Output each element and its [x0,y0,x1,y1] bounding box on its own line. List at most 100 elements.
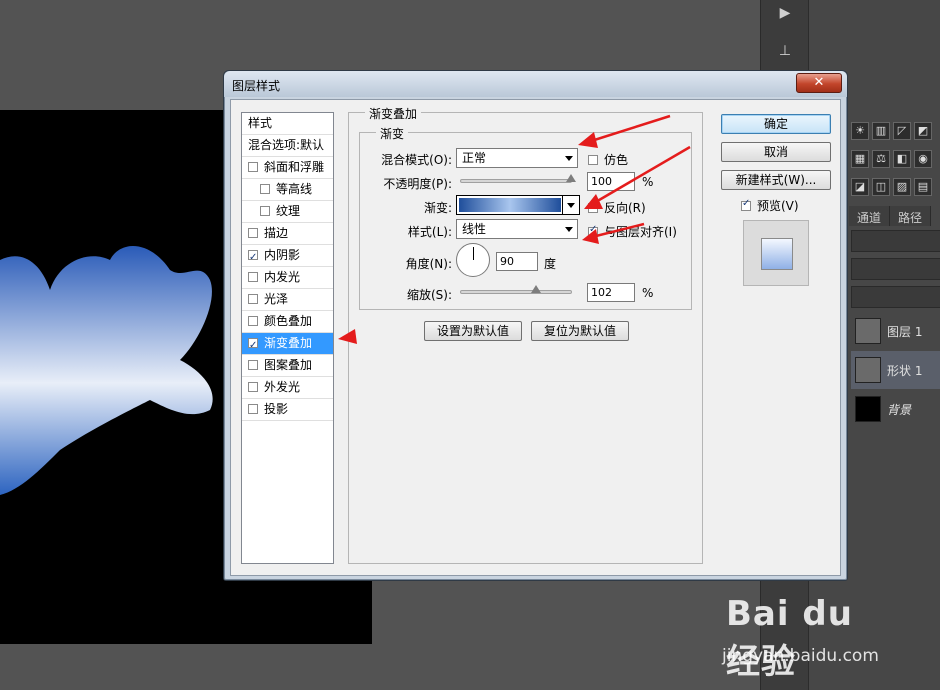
cancel-button[interactable]: 取消 [721,142,831,162]
list-item-color-overlay[interactable]: 颜色叠加 [242,311,333,333]
panel-tabs: 通道 路径 [849,206,940,226]
adjustments-row-3: ◪ ◫ ▨ ▤ [851,178,940,200]
adjustments-row-2: ▦ ⚖ ◧ ◉ [851,150,940,172]
reverse-checkbox[interactable]: 反向(R) [588,199,646,216]
gradient-map-icon[interactable]: ▤ [914,178,932,196]
checkbox[interactable] [248,404,258,414]
checkbox[interactable] [248,316,258,326]
angle-dial[interactable] [456,243,490,277]
layer-item[interactable]: 背景 [851,390,940,428]
checkbox[interactable] [248,382,258,392]
checkbox[interactable] [588,203,598,213]
chevron-down-icon[interactable] [562,196,579,214]
vibrance-icon[interactable]: ▦ [851,150,869,168]
tab-paths[interactable]: 路径 [890,206,932,226]
checkbox-checked[interactable] [248,247,258,268]
scale-input[interactable]: 102 [587,283,635,302]
ok-button[interactable]: 确定 [721,114,831,134]
style-label: 样式(L): [407,225,452,239]
invert-icon[interactable]: ◪ [851,178,869,196]
new-style-button[interactable]: 新建样式(W)... [721,170,831,190]
checkbox[interactable] [248,294,258,304]
curves-icon[interactable]: ◸ [893,122,911,140]
list-item-gradient-overlay[interactable]: 渐变叠加 [242,333,333,356]
checkbox[interactable] [248,228,258,238]
list-item-drop-shadow[interactable]: 投影 [242,399,333,421]
blend-mode-control[interactable] [851,230,940,252]
layer-name: 图层 1 [887,324,923,339]
opacity-control[interactable] [851,258,940,280]
opacity-slider[interactable] [460,174,576,183]
checkbox[interactable] [248,360,258,370]
reset-default-button[interactable]: 复位为默认值 [531,321,629,341]
preview-checkbox[interactable]: 预览(V) [741,197,799,214]
bw-icon[interactable]: ◧ [893,150,911,168]
balance-icon[interactable]: ⚖ [872,150,890,168]
layer-item-selected[interactable]: 形状 1 [851,351,940,389]
list-item-label: 投影 [264,402,289,416]
list-item-bevel-emboss[interactable]: 斜面和浮雕 [242,157,333,179]
checkbox[interactable] [588,155,598,165]
threshold-icon[interactable]: ▨ [893,178,911,196]
list-item-label: 颜色叠加 [264,314,313,328]
list-item-satin[interactable]: 光泽 [242,289,333,311]
scale-slider-thumb[interactable] [530,285,541,293]
exposure-icon[interactable]: ◩ [914,122,932,140]
brightness-icon[interactable]: ☀ [851,122,869,140]
style-select[interactable]: 线性 [456,219,578,239]
list-item-inner-shadow[interactable]: 内阴影 [242,245,333,268]
list-item-label: 斜面和浮雕 [264,160,325,174]
angle-input[interactable]: 90 [496,252,538,271]
layer-thumbnail [855,318,881,344]
opacity-unit: % [642,175,654,189]
list-item-pattern-overlay[interactable]: 图案叠加 [242,355,333,377]
list-item-blending-options[interactable]: 混合选项:默认 [242,135,333,157]
adjustments-row-1: ☀ ▥ ◸ ◩ [851,122,940,144]
align-with-layer-checkbox[interactable]: 与图层对齐(I) [588,223,677,240]
scale-unit: % [642,286,654,300]
layer-name: 背景 [887,402,912,417]
checkbox-checked[interactable] [248,335,258,356]
list-item-styles[interactable]: 样式 [242,113,333,135]
tab-channels[interactable]: 通道 [849,206,891,226]
list-item-contour[interactable]: 等高线 [242,179,333,201]
align-label: 与图层对齐(I) [604,225,677,239]
blend-mode-select[interactable]: 正常 [456,148,578,168]
dither-checkbox[interactable]: 仿色 [588,151,628,168]
list-item-label: 混合选项:默认 [248,138,325,152]
photo-filter-icon[interactable]: ◉ [914,150,932,168]
scale-slider[interactable] [460,285,572,294]
lock-row[interactable] [851,286,940,308]
checkbox[interactable] [260,206,270,216]
layer-style-dialog: 图层样式 ✕ 样式 混合选项:默认 斜面和浮雕 等高线 纹理 描边 内阴影 内发… [223,70,848,581]
list-item-outer-glow[interactable]: 外发光 [242,377,333,399]
blend-mode-label: 混合模式(O): [381,153,452,167]
levels-icon[interactable]: ▥ [872,122,890,140]
reverse-label: 反向(R) [604,201,646,215]
layer-thumbnail [855,396,881,422]
list-item-label: 图案叠加 [264,358,313,372]
close-button[interactable]: ✕ [796,73,842,93]
section-title: 渐变叠加 [365,105,422,122]
blend-mode-value: 正常 [462,151,487,165]
stamp-icon[interactable]: ⊥ [767,38,803,64]
posterize-icon[interactable]: ◫ [872,178,890,196]
opacity-input[interactable]: 100 [587,172,635,191]
list-item-label: 内阴影 [264,248,301,262]
checkbox[interactable] [248,272,258,282]
layer-item[interactable]: 图层 1 [851,312,940,350]
checkbox-checked[interactable] [588,224,598,237]
checkbox-checked[interactable] [741,198,751,211]
list-item-inner-glow[interactable]: 内发光 [242,267,333,289]
list-item-stroke[interactable]: 描边 [242,223,333,245]
checkbox[interactable] [260,184,270,194]
play-icon[interactable]: ▶ [767,0,803,26]
list-item-label: 渐变叠加 [264,336,313,350]
list-item-texture[interactable]: 纹理 [242,201,333,223]
list-item-label: 纹理 [276,204,301,218]
gradient-picker[interactable] [456,195,580,215]
opacity-slider-thumb[interactable] [566,174,576,182]
checkbox[interactable] [248,162,258,172]
dialog-titlebar[interactable]: 图层样式 ✕ [224,71,847,97]
set-default-button[interactable]: 设置为默认值 [424,321,522,341]
